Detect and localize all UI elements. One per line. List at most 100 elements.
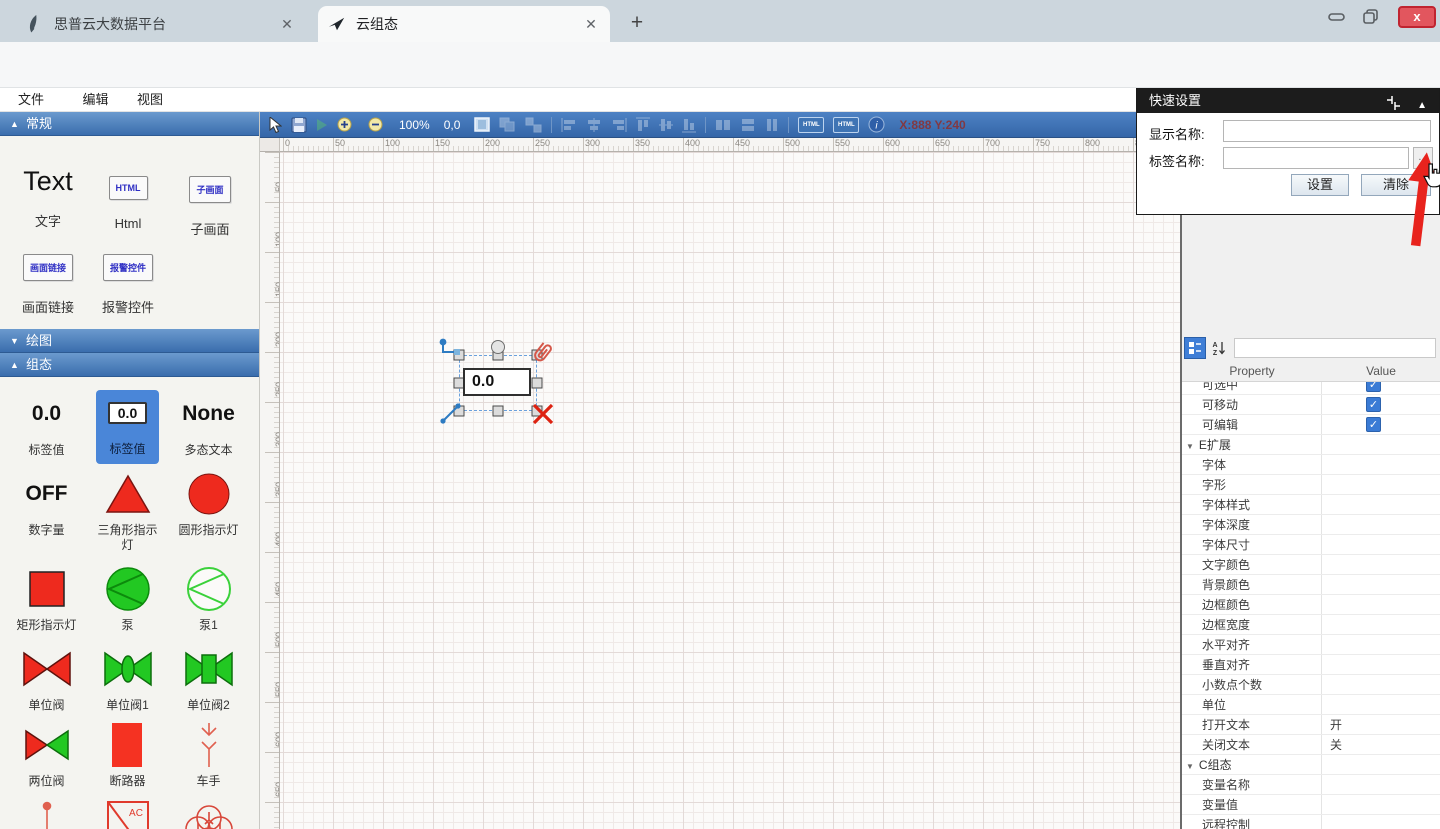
dock-icon[interactable] — [1386, 94, 1401, 118]
property-row[interactable]: 字体 — [1182, 455, 1440, 475]
align-middle-icon[interactable] — [659, 117, 673, 133]
property-row[interactable]: 字体深度 — [1182, 515, 1440, 535]
resize-handle-e[interactable] — [532, 378, 543, 389]
palette-item-label-value-boxed[interactable]: 0.0 标签值 — [96, 390, 159, 464]
minimize-button[interactable] — [1318, 2, 1356, 30]
categorized-view-icon[interactable] — [1184, 337, 1206, 359]
tab-close-icon[interactable]: ✕ — [278, 15, 296, 33]
section-header-zutai[interactable]: ▲ 组态 — [0, 353, 259, 377]
palette-item-triangle-light[interactable]: 三角形指示灯 — [87, 471, 168, 553]
palette-item-subscreen[interactable]: 子画面 子画面 — [178, 176, 242, 238]
palette-item-pt[interactable]: PT — [168, 800, 249, 829]
property-row[interactable]: 变量值 — [1182, 795, 1440, 815]
distribute-h-icon[interactable] — [715, 118, 731, 132]
line-tool-icon[interactable] — [438, 402, 462, 426]
select-cursor-icon[interactable] — [269, 117, 282, 133]
alphabetical-sort-icon[interactable]: AZ — [1208, 337, 1230, 359]
align-top-icon[interactable] — [636, 117, 650, 133]
restore-button[interactable] — [1352, 2, 1390, 30]
palette-item-rect-light[interactable]: 矩形指示灯 — [6, 566, 87, 633]
palette-item-digital[interactable]: OFF 数字量 — [6, 471, 87, 538]
palette-item-text[interactable]: Text 文字 — [18, 166, 78, 230]
align-center-icon[interactable] — [586, 118, 602, 132]
quick-settings-titlebar[interactable]: 快速设置 ▲ — [1137, 89, 1439, 113]
tag-name-input[interactable] — [1223, 147, 1409, 169]
collapse-panel-icon[interactable]: ▲ — [1417, 94, 1427, 118]
set-button[interactable]: 设置 — [1291, 174, 1349, 196]
rotate-handle[interactable] — [491, 340, 505, 354]
property-row[interactable]: 可选中 — [1182, 382, 1440, 395]
property-row[interactable]: 垂直对齐 — [1182, 655, 1440, 675]
connector-icon[interactable] — [438, 338, 462, 360]
zoom-in-icon[interactable] — [337, 117, 352, 132]
palette-item-html[interactable]: HTML Html — [96, 176, 160, 231]
property-row[interactable]: 字体样式 — [1182, 495, 1440, 515]
section-header-drawing[interactable]: ▼ 绘图 — [0, 329, 259, 353]
property-row[interactable]: 字形 — [1182, 475, 1440, 495]
canvas-settings-icon[interactable] — [474, 117, 490, 132]
browser-tab-editor[interactable]: 云组态 ✕ — [318, 6, 610, 42]
palette-item-pump[interactable]: 泵 — [87, 566, 168, 633]
display-name-input[interactable] — [1223, 120, 1431, 142]
menu-edit[interactable]: 编辑 — [82, 88, 108, 111]
property-row[interactable]: 关闭文本关 — [1182, 735, 1440, 755]
palette-item-valve2[interactable]: 单位阀2 — [168, 646, 249, 713]
save-icon[interactable] — [291, 117, 307, 133]
browser-tab-platform[interactable]: 思普云大数据平台 ✕ — [16, 6, 306, 42]
run-icon[interactable] — [316, 118, 328, 132]
property-row[interactable]: 单位 — [1182, 695, 1440, 715]
property-category-row[interactable]: E扩展 — [1182, 435, 1440, 455]
property-row[interactable]: 可移动 — [1182, 395, 1440, 415]
selected-label-value-element[interactable]: 0.0 — [463, 368, 531, 396]
menu-file[interactable]: 文件 — [18, 88, 44, 111]
palette-item-pump1[interactable]: 泵1 — [168, 566, 249, 633]
property-row[interactable]: 文字颜色 — [1182, 555, 1440, 575]
property-row[interactable]: 变量名称 — [1182, 775, 1440, 795]
palette-item-label-value[interactable]: 0.0 标签值 — [6, 391, 87, 458]
palette-item-knife-switch[interactable]: 刀闸 — [6, 800, 87, 829]
info-icon[interactable]: i — [868, 116, 885, 133]
resize-handle-s[interactable] — [493, 406, 504, 417]
checkbox-checked-icon[interactable] — [1366, 417, 1381, 432]
property-row[interactable]: 可编辑 — [1182, 415, 1440, 435]
palette-item-cheshou[interactable]: 车手 — [168, 722, 249, 789]
palette-item-alarm[interactable]: 报警控件 报警控件 — [90, 254, 166, 316]
ungroup-icon[interactable] — [525, 117, 542, 133]
delete-x-icon[interactable] — [531, 402, 555, 426]
property-row[interactable]: 水平对齐 — [1182, 635, 1440, 655]
property-row[interactable]: 边框颜色 — [1182, 595, 1440, 615]
property-row[interactable]: 边框宽度 — [1182, 615, 1440, 635]
property-row[interactable]: 背景颜色 — [1182, 575, 1440, 595]
palette-item-multistate-text[interactable]: None 多态文本 — [168, 391, 249, 458]
distribute-v-icon[interactable] — [740, 118, 756, 132]
html-export-icon[interactable]: HTML — [798, 117, 824, 133]
property-category-row[interactable]: C组态 — [1182, 755, 1440, 775]
same-size-icon[interactable] — [765, 118, 779, 132]
html-preview-icon[interactable]: HTML — [833, 117, 859, 133]
palette-item-two-way-valve[interactable]: 两位阀 — [6, 722, 87, 789]
design-canvas[interactable]: 0.0 — [280, 152, 1180, 829]
checkbox-checked-icon[interactable] — [1366, 382, 1381, 392]
palette-item-circle-light[interactable]: 圆形指示灯 — [168, 471, 249, 538]
checkbox-checked-icon[interactable] — [1366, 397, 1381, 412]
palette-item-breaker[interactable]: 断路器 — [87, 722, 168, 789]
group-icon[interactable] — [499, 117, 516, 133]
attach-paperclip-icon[interactable] — [530, 340, 554, 366]
palette-item-valve[interactable]: 单位阀 — [6, 646, 87, 713]
palette-item-screen-link[interactable]: 画面链接 画面链接 — [10, 254, 86, 316]
palette-item-inverter[interactable]: ACDC 逆变器 — [87, 800, 168, 829]
tab-close-icon[interactable]: ✕ — [582, 15, 600, 33]
zoom-out-icon[interactable] — [368, 117, 383, 132]
menu-view[interactable]: 视图 — [137, 88, 163, 111]
property-row[interactable]: 打开文本开 — [1182, 715, 1440, 735]
align-right-icon[interactable] — [611, 118, 627, 132]
property-row[interactable]: 远程控制 — [1182, 815, 1440, 829]
property-row[interactable]: 字体尺寸 — [1182, 535, 1440, 555]
palette-item-valve1[interactable]: 单位阀1 — [87, 646, 168, 713]
section-header-general[interactable]: ▲ 常规 — [0, 112, 259, 136]
property-row[interactable]: 小数点个数 — [1182, 675, 1440, 695]
property-filter-input[interactable] — [1234, 338, 1436, 358]
new-tab-button[interactable]: + — [624, 10, 650, 36]
align-left-icon[interactable] — [561, 118, 577, 132]
align-bottom-icon[interactable] — [682, 117, 696, 133]
